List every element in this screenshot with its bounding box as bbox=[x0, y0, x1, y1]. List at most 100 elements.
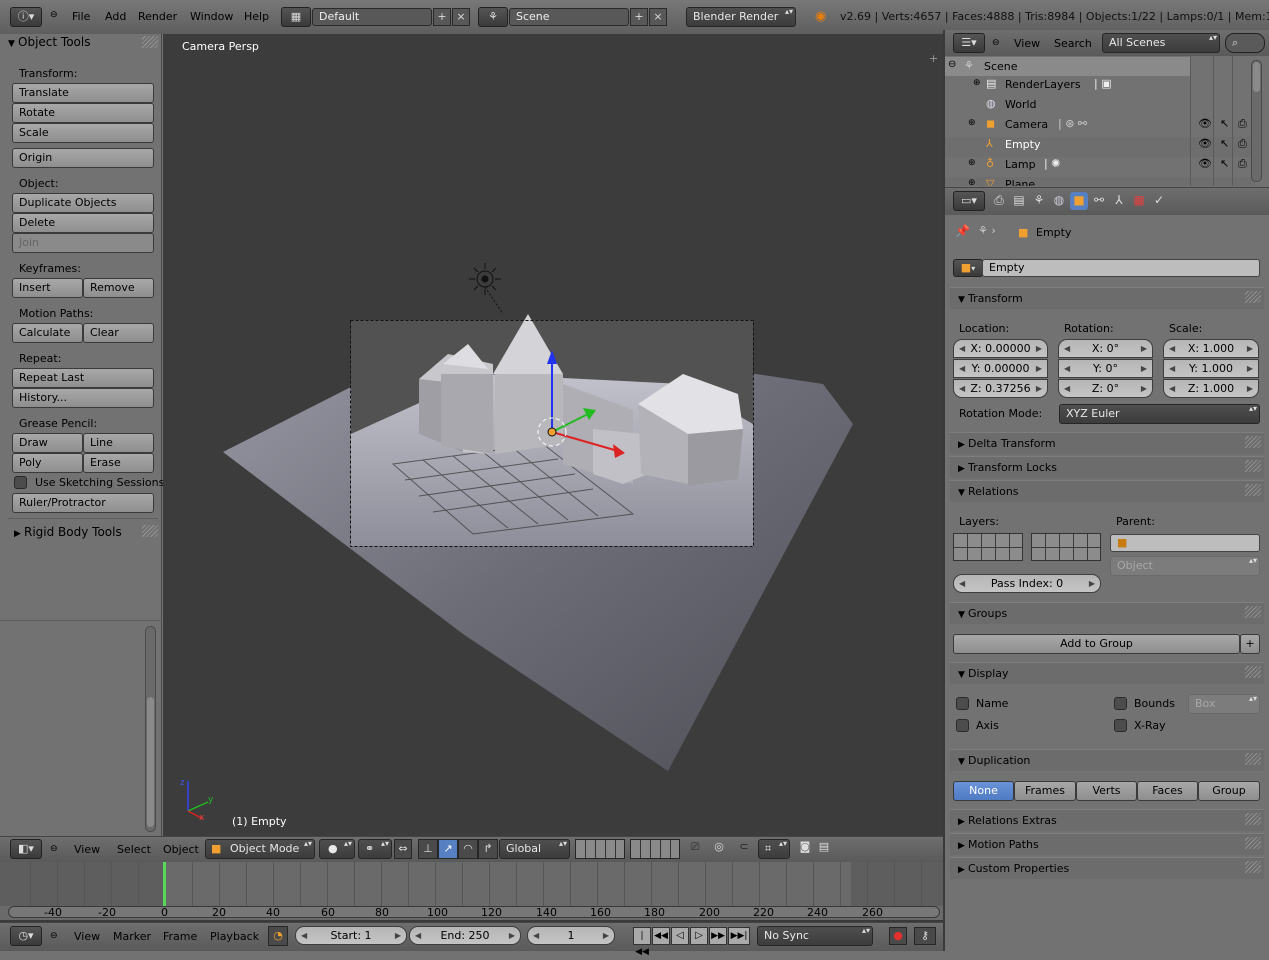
menu-object[interactable]: Object bbox=[163, 843, 199, 856]
render-anim-icon[interactable]: ▤ bbox=[815, 840, 833, 858]
area-divider-vertical[interactable] bbox=[943, 30, 945, 951]
scale-z-field[interactable]: ◀ Z: 1.000 ▶ bbox=[1163, 379, 1259, 398]
jump-keyframe-back-icon[interactable]: ◀◀ bbox=[652, 927, 670, 945]
sync-dropdown[interactable]: No Sync bbox=[757, 926, 873, 946]
relations-header[interactable]: ▼ Relations bbox=[950, 480, 1264, 502]
snap-magnet-icon[interactable]: ⊂ bbox=[735, 840, 753, 858]
expand-icon[interactable]: ⊕ bbox=[968, 158, 976, 168]
play-reverse-icon[interactable]: ◁ bbox=[671, 927, 689, 945]
object-browse-icon[interactable]: ■▾ bbox=[953, 259, 983, 277]
add-scene-icon[interactable]: + bbox=[630, 8, 648, 26]
screen-layout-icon[interactable]: ▦ bbox=[281, 7, 311, 27]
outliner-editor-icon[interactable]: ☰▾ bbox=[953, 33, 985, 53]
location-x-field[interactable]: ◀ X: 0.00000 ▶ bbox=[953, 339, 1048, 358]
pin-icon[interactable]: 📌 bbox=[955, 224, 970, 238]
outliner-row-scene[interactable]: ⊖ ⚘ Scene bbox=[948, 59, 1188, 77]
display-axis-checkbox[interactable] bbox=[956, 719, 969, 732]
duplication-group-button[interactable]: Group bbox=[1198, 781, 1260, 801]
render-layers-tab-icon[interactable]: ▤ bbox=[1010, 192, 1028, 210]
end-frame-field[interactable]: ◀ End: 250 ▶ bbox=[409, 926, 521, 945]
render-still-icon[interactable]: ◙ bbox=[796, 840, 814, 858]
panel-grip[interactable] bbox=[1245, 837, 1261, 849]
visibility-eye-icon[interactable]: 👁 bbox=[1198, 157, 1212, 170]
rotation-mode-dropdown[interactable]: XYZ Euler bbox=[1059, 404, 1260, 424]
bounds-type-dropdown[interactable]: Box bbox=[1188, 694, 1260, 714]
panel-grip[interactable] bbox=[1245, 606, 1261, 618]
display-header[interactable]: ▼ Display bbox=[950, 662, 1264, 684]
timeline-menu-marker[interactable]: Marker bbox=[113, 930, 151, 943]
panel-grip[interactable] bbox=[1245, 666, 1261, 678]
outliner-row-empty[interactable]: ⅄ Empty 👁 ↖ ⎙ bbox=[948, 137, 1268, 155]
lock-layers-icon[interactable]: ⎚ bbox=[686, 840, 704, 858]
duplication-frames-button[interactable]: Frames bbox=[1014, 781, 1076, 801]
scene-icon[interactable]: ⚘ bbox=[478, 7, 508, 27]
groups-header[interactable]: ▼ Groups bbox=[950, 602, 1264, 624]
constraints-tab-icon[interactable]: ⚯ bbox=[1090, 192, 1108, 210]
render-camera-icon[interactable]: ⎙ bbox=[1238, 157, 1247, 171]
tool-shelf-scrollbar[interactable] bbox=[145, 626, 156, 832]
layer-buttons-2[interactable] bbox=[630, 839, 680, 859]
collapse-menu-icon[interactable]: ⊖ bbox=[50, 10, 58, 20]
delta-transform-header[interactable]: ▶ Delta Transform bbox=[950, 432, 1264, 454]
scene-tab-icon[interactable]: ⚘ bbox=[1030, 192, 1048, 210]
duplication-none-button[interactable]: None bbox=[953, 781, 1014, 801]
ruler-protractor-button[interactable]: Ruler/Protractor bbox=[12, 493, 154, 513]
repeat-last-button[interactable]: Repeat Last bbox=[12, 368, 154, 388]
physics-tab-icon[interactable]: ✓ bbox=[1150, 192, 1168, 210]
history-button[interactable]: History... bbox=[12, 388, 154, 408]
panel-grip[interactable] bbox=[1245, 753, 1261, 765]
orientation-dropdown[interactable]: Global bbox=[499, 839, 570, 859]
delete-button[interactable]: Delete bbox=[12, 213, 154, 233]
rotation-z-field[interactable]: ◀ Z: 0° ▶ bbox=[1058, 379, 1153, 398]
rotation-x-field[interactable]: ◀ X: 0° ▶ bbox=[1058, 339, 1153, 358]
remove-layout-icon[interactable]: × bbox=[452, 8, 470, 26]
jump-keyframe-forward-icon[interactable]: ▶▶ bbox=[709, 927, 727, 945]
panel-grip[interactable] bbox=[1245, 291, 1261, 303]
panel-grip[interactable] bbox=[1245, 861, 1261, 873]
outliner-search-field[interactable]: ⌕ bbox=[1225, 33, 1265, 53]
timeline-collapse-icon[interactable]: ⊖ bbox=[50, 931, 58, 941]
sketching-sessions-checkbox[interactable] bbox=[14, 476, 27, 489]
render-tab-icon[interactable]: ⎙ bbox=[990, 192, 1008, 210]
scene-field[interactable]: Scene bbox=[509, 8, 629, 26]
texture-tab-icon[interactable]: ▦ bbox=[1130, 192, 1148, 210]
rotate-manipulator-icon[interactable]: ◠ bbox=[458, 839, 478, 859]
panel-grip[interactable] bbox=[1245, 460, 1261, 472]
shading-dropdown[interactable]: ● bbox=[319, 839, 355, 859]
info-editor-type-button[interactable]: ⓘ▾ bbox=[10, 7, 42, 27]
render-engine-dropdown[interactable]: Blender Render bbox=[686, 7, 796, 27]
manipulator-toggle-icon[interactable]: ⊥ bbox=[418, 839, 438, 859]
scale-y-field[interactable]: ◀ Y: 1.000 ▶ bbox=[1163, 359, 1259, 378]
outliner-scrollbar[interactable] bbox=[1251, 60, 1262, 182]
visibility-eye-icon[interactable]: 👁 bbox=[1198, 117, 1212, 130]
rigid-body-tools-header[interactable]: ▶ Rigid Body Tools bbox=[14, 525, 122, 539]
calculate-button[interactable]: Calculate bbox=[12, 323, 83, 343]
snap-element-dropdown[interactable]: ⌗ bbox=[758, 839, 790, 859]
start-frame-field[interactable]: ◀ Start: 1 ▶ bbox=[295, 926, 407, 945]
outliner-row-renderlayers[interactable]: ⊕ ▤ RenderLayers | ▣ bbox=[948, 77, 1188, 95]
draw-button[interactable]: Draw bbox=[12, 433, 83, 453]
expand-icon[interactable]: ⊕ bbox=[968, 118, 976, 128]
select-cursor-icon[interactable]: ↖ bbox=[1220, 157, 1229, 170]
scale-button[interactable]: Scale bbox=[12, 123, 154, 143]
remove-keyframe-button[interactable]: Remove bbox=[83, 278, 154, 298]
menu-view[interactable]: View bbox=[74, 843, 100, 856]
outliner-row-lamp[interactable]: ⊕ ♁ Lamp | ✺ 👁 ↖ ⎙ bbox=[948, 157, 1268, 175]
rigid-grip[interactable] bbox=[142, 525, 158, 537]
translate-button[interactable]: Translate bbox=[12, 83, 154, 103]
snap-toggle-icon[interactable]: ⇔ bbox=[394, 839, 412, 859]
tool-shelf-grip[interactable] bbox=[142, 36, 158, 48]
duplicate-objects-button[interactable]: Duplicate Objects bbox=[12, 193, 154, 213]
outliner-menu-view[interactable]: View bbox=[1014, 37, 1040, 50]
timeline-editor-icon[interactable]: ◷▾ bbox=[10, 926, 42, 946]
add-group-plus-icon[interactable]: + bbox=[1240, 634, 1260, 654]
display-name-checkbox[interactable] bbox=[956, 697, 969, 710]
outliner-row-camera[interactable]: ⊕ ◼ Camera | ⊛ ⚯ 👁 ↖ ⎙ bbox=[948, 117, 1268, 135]
duplication-header[interactable]: ▼ Duplication bbox=[950, 749, 1264, 771]
layer-buttons-1[interactable] bbox=[575, 839, 625, 859]
panel-grip[interactable] bbox=[1245, 484, 1261, 496]
erase-button[interactable]: Erase bbox=[83, 453, 154, 473]
add-to-group-button[interactable]: Add to Group bbox=[953, 634, 1240, 654]
menu-select[interactable]: Select bbox=[117, 843, 151, 856]
menu-window[interactable]: Window bbox=[190, 0, 233, 34]
